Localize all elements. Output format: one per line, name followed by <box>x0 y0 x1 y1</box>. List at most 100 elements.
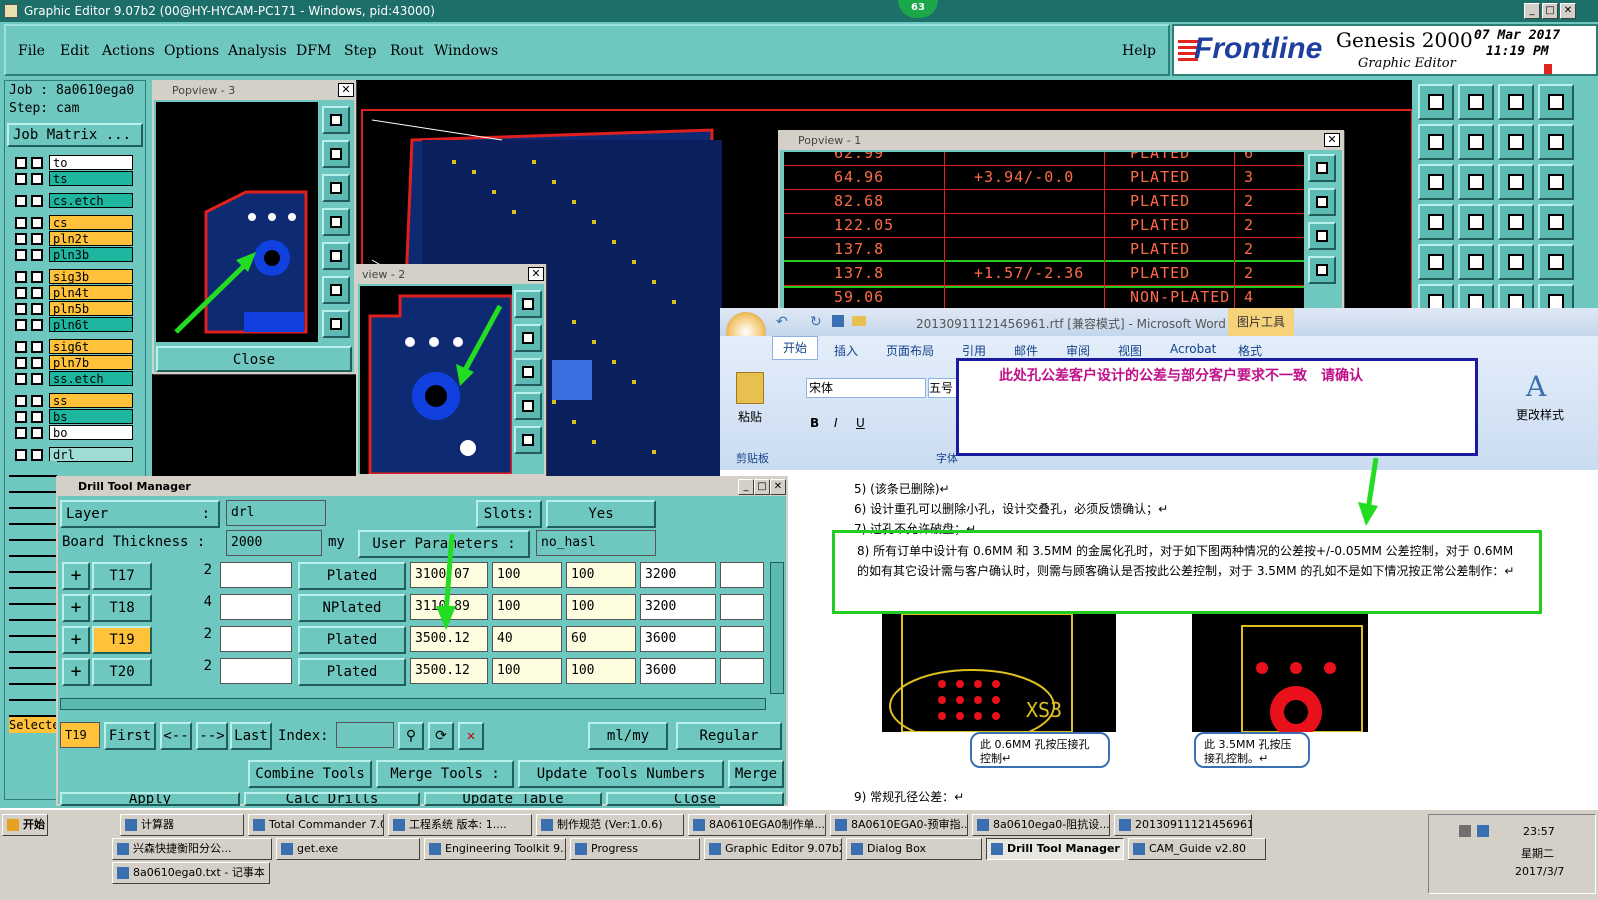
popview-2-close-icon[interactable]: ✕ <box>528 267 544 281</box>
layer-name[interactable]: pln3b <box>49 247 133 262</box>
tool-button-9[interactable] <box>1418 164 1454 200</box>
layer-name[interactable]: ss.etch <box>49 371 133 386</box>
merge-button[interactable]: Merge <box>728 760 784 788</box>
layer-checkbox[interactable] <box>15 303 27 315</box>
layer-row-to[interactable]: to <box>9 155 145 171</box>
layer-checkbox[interactable] <box>15 173 27 185</box>
tool-expand-button[interactable]: + <box>62 626 90 654</box>
tool-name[interactable]: T18 <box>92 594 152 622</box>
tool-button-3[interactable] <box>1498 84 1534 120</box>
layer-visibility-checkbox[interactable] <box>31 411 43 423</box>
layer-name[interactable]: sig6t <box>49 339 133 354</box>
menu-actions[interactable]: Actions <box>102 43 155 59</box>
tool-finish-input[interactable]: 3200 <box>640 562 716 588</box>
tool-tol-minus-input[interactable]: 100 <box>566 594 636 620</box>
tool-size-input[interactable]: 3500.12 <box>410 658 488 684</box>
layer-name[interactable]: pln7b <box>49 355 133 370</box>
tool-button-16[interactable] <box>1538 204 1574 240</box>
tool-extra-input[interactable] <box>720 658 764 684</box>
taskbar-item[interactable]: 工程系统 版本: 1.... <box>388 814 532 836</box>
taskbar-item[interactable]: 8A0610EGA0-预审指... <box>830 814 968 836</box>
menu-windows[interactable]: Windows <box>434 43 498 59</box>
tool-button-1[interactable] <box>1418 84 1454 120</box>
document-body[interactable]: 5) (该条已删除)↵ 6) 设计重孔可以删除小孔，设计交叠孔，必须反馈确认；↵… <box>720 470 1598 808</box>
taskbar-item[interactable]: 制作规范 (Ver:1.0.6) <box>536 814 684 836</box>
taskbar-item[interactable]: Total Commander 7.0 ... <box>248 814 384 836</box>
tool-button-13[interactable] <box>1418 204 1454 240</box>
popview-1-close-icon[interactable]: ✕ <box>1324 133 1340 147</box>
menu-dfm[interactable]: DFM <box>296 43 331 59</box>
menu-rout[interactable]: Rout <box>390 43 424 59</box>
layer-row-sig6t[interactable]: sig6t <box>9 339 145 355</box>
layer-name[interactable]: pln4t <box>49 285 133 300</box>
layer-visibility-checkbox[interactable] <box>31 249 43 261</box>
nav-first-button[interactable]: First <box>104 722 156 750</box>
open-icon[interactable] <box>852 316 866 326</box>
tool-comment-input[interactable] <box>220 658 292 684</box>
layer-row-ss[interactable]: ss <box>9 393 145 409</box>
board-thickness-input[interactable]: 2000 <box>226 530 322 556</box>
popview-3-close-icon[interactable]: ✕ <box>338 83 354 97</box>
tool-button-5[interactable] <box>1418 124 1454 160</box>
tool-extra-input[interactable] <box>720 562 764 588</box>
tool-button-2[interactable] <box>1458 84 1494 120</box>
pv1-button-2[interactable] <box>1308 188 1336 216</box>
layer-visibility-checkbox[interactable] <box>31 287 43 299</box>
layer-row-pln3b[interactable]: pln3b <box>9 247 145 263</box>
nav-last-button[interactable]: Last <box>230 722 272 750</box>
underline-button[interactable]: U <box>856 416 865 430</box>
layer-visibility-checkbox[interactable] <box>31 357 43 369</box>
dtm-maximize-button[interactable]: □ <box>754 479 770 495</box>
layer-row-pln2t[interactable]: pln2t <box>9 231 145 247</box>
tool-tol-plus-input[interactable]: 40 <box>492 626 562 652</box>
tool-comment-input[interactable] <box>220 562 292 588</box>
merge-tools-button[interactable]: Merge Tools : <box>376 760 514 788</box>
user-parameters-input[interactable]: no_hasl <box>536 530 656 556</box>
layer-checkbox[interactable] <box>15 411 27 423</box>
tool-tol-minus-input[interactable]: 100 <box>566 562 636 588</box>
layer-row-sig3b[interactable]: sig3b <box>9 269 145 285</box>
popview-3-close-button[interactable]: Close <box>156 346 352 372</box>
pv2-button-5[interactable] <box>514 426 542 454</box>
tab-page-layout[interactable]: 页面布局 <box>886 342 934 359</box>
pv3-button-7[interactable] <box>322 310 350 338</box>
tool-table-hscrollbar[interactable] <box>60 698 766 710</box>
tool-button-19[interactable] <box>1498 244 1534 280</box>
layer-name[interactable]: cs.etch <box>49 193 133 208</box>
tool-tol-minus-input[interactable]: 60 <box>566 626 636 652</box>
layer-input[interactable]: drl <box>226 500 326 526</box>
start-button[interactable]: 开始 <box>2 814 48 836</box>
layer-name[interactable]: ss <box>49 393 133 408</box>
layer-row-bo[interactable]: bo <box>9 425 145 441</box>
layer-checkbox[interactable] <box>15 395 27 407</box>
tool-expand-button[interactable]: + <box>62 594 90 622</box>
taskbar-item[interactable]: 8a0610ega0.txt - 记事本 <box>112 862 270 884</box>
layer-visibility-checkbox[interactable] <box>31 303 43 315</box>
layer-checkbox[interactable] <box>15 249 27 261</box>
update-table-button[interactable]: Update Table <box>424 792 602 806</box>
layer-checkbox[interactable] <box>15 449 27 461</box>
layer-row-bs[interactable]: bs <box>9 409 145 425</box>
layer-visibility-checkbox[interactable] <box>31 427 43 439</box>
tool-button-11[interactable] <box>1498 164 1534 200</box>
paste-icon[interactable] <box>736 372 764 404</box>
tool-name[interactable]: T20 <box>92 658 152 686</box>
tab-home[interactable]: 开始 <box>772 336 818 360</box>
pv3-button-3[interactable] <box>322 174 350 202</box>
taskbar-item[interactable]: CAM_Guide v2.80 <box>1128 838 1266 860</box>
layer-visibility-checkbox[interactable] <box>31 195 43 207</box>
tool-button-15[interactable] <box>1498 204 1534 240</box>
layer-row-cs.etch[interactable]: cs.etch <box>9 193 145 209</box>
layer-name[interactable]: bs <box>49 409 133 424</box>
slots-select[interactable]: Yes <box>546 500 656 528</box>
layer-checkbox[interactable] <box>15 233 27 245</box>
tool-button-6[interactable] <box>1458 124 1494 160</box>
dtm-close-button[interactable]: ✕ <box>770 479 786 495</box>
tool-tol-plus-input[interactable]: 100 <box>492 594 562 620</box>
layer-name[interactable]: pln5b <box>49 301 133 316</box>
layer-name[interactable]: pln6t <box>49 317 133 332</box>
job-matrix-button[interactable]: Job Matrix ... <box>7 123 143 147</box>
tool-button-18[interactable] <box>1458 244 1494 280</box>
change-style-icon[interactable]: A <box>1526 370 1546 403</box>
tool-comment-input[interactable] <box>220 594 292 620</box>
